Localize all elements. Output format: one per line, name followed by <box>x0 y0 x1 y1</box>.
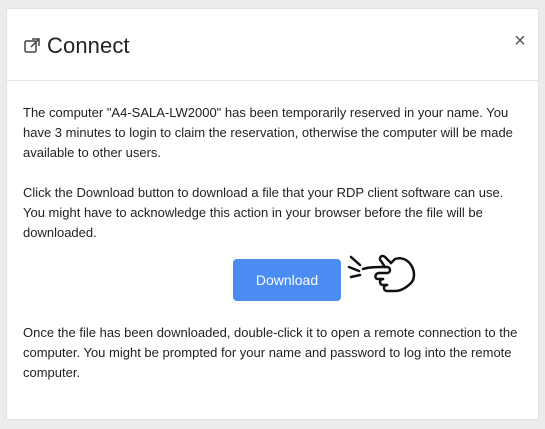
post-download-text: Once the file has been downloaded, doubl… <box>23 325 518 380</box>
dialog-body: The computer "A4-SALA-LW2000" has been t… <box>23 81 523 383</box>
dialog-title: Connect <box>47 33 130 58</box>
button-row: Download <box>23 254 523 323</box>
external-link-icon <box>24 38 40 53</box>
connect-dialog: Connect × The computer "A4-SALA-LW2000" … <box>6 8 539 420</box>
pointing-hand-icon <box>347 254 416 293</box>
dialog-header: Connect × <box>7 9 538 81</box>
close-button[interactable]: × <box>508 29 532 53</box>
page-backdrop: Connect × The computer "A4-SALA-LW2000" … <box>0 0 545 429</box>
title-wrap: Connect <box>23 33 130 59</box>
download-button[interactable]: Download <box>233 259 341 301</box>
reservation-text: The computer "A4-SALA-LW2000" has been t… <box>23 105 513 160</box>
download-instructions: Click the Download button to download a … <box>23 185 504 240</box>
